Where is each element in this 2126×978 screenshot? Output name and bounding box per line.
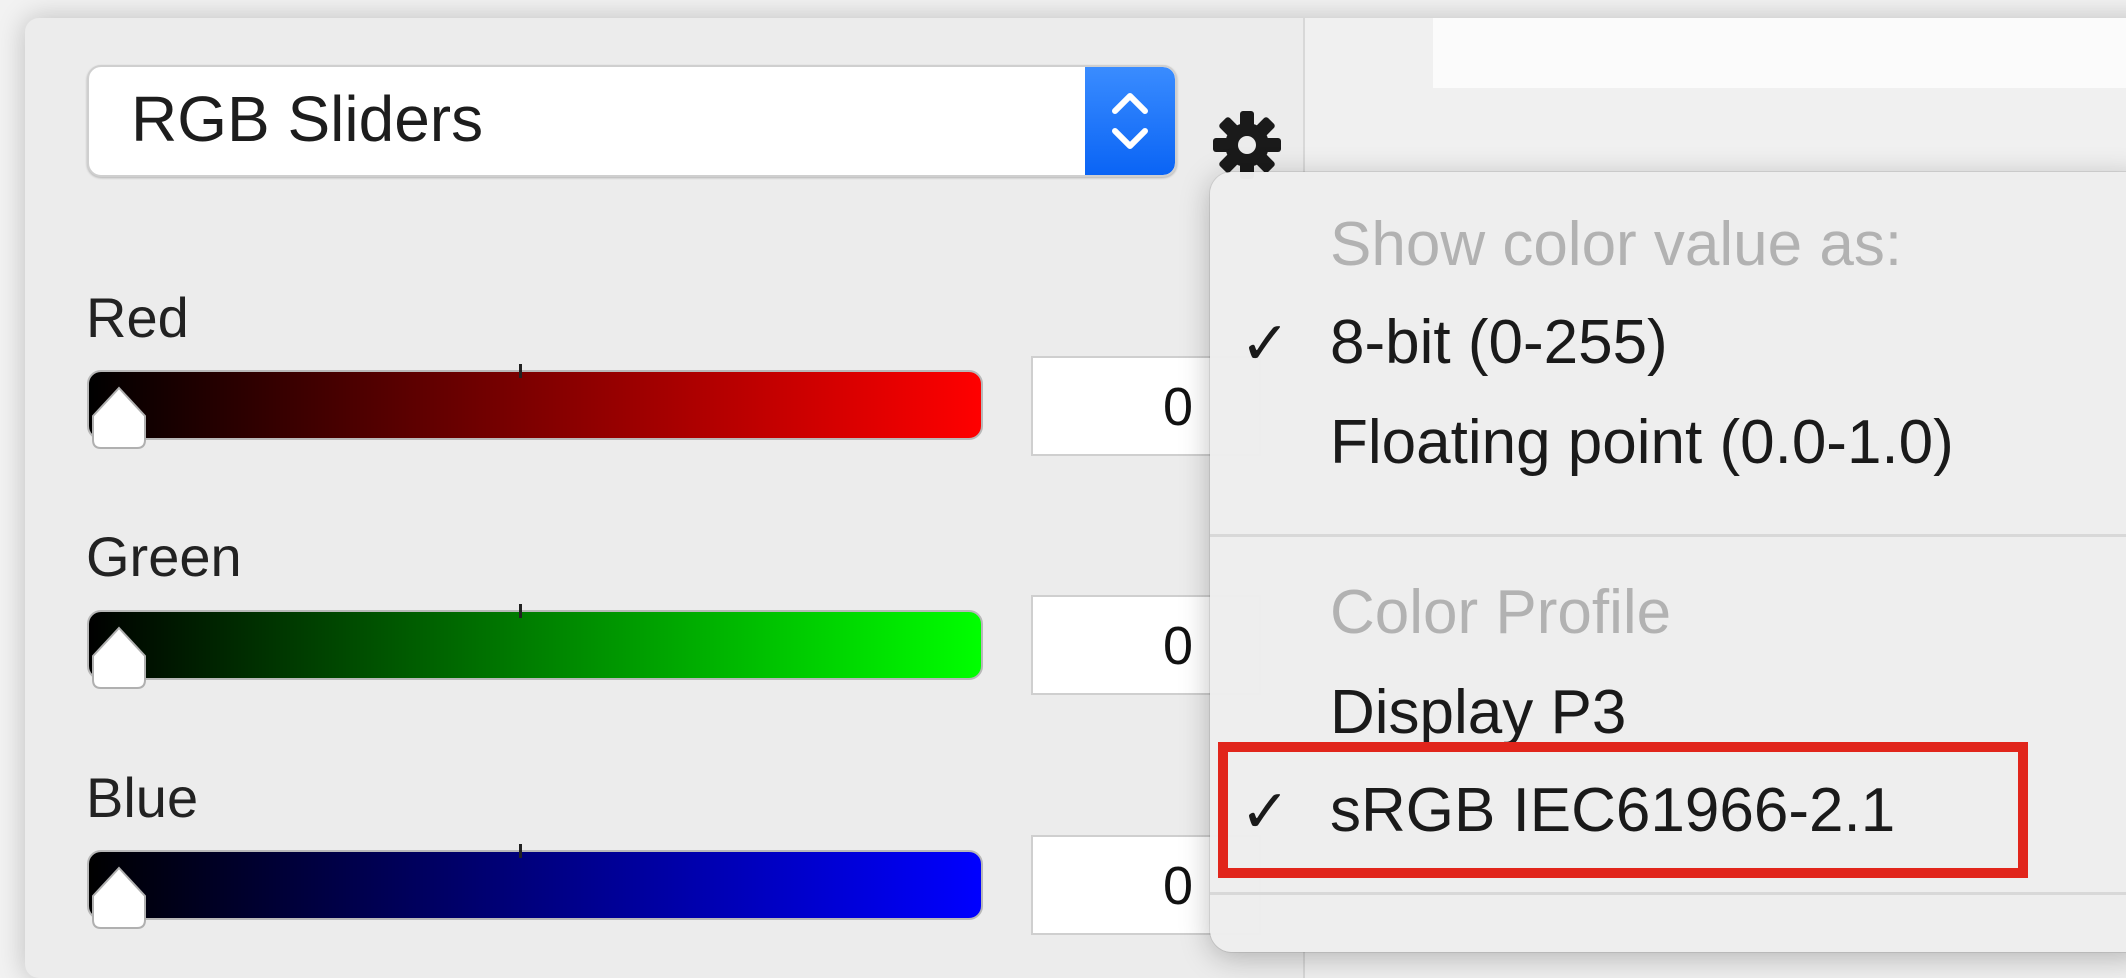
checkmark-icon: ✓ [1240, 310, 1291, 377]
blue-value: 0 [1162, 856, 1193, 916]
menu-header-color-profile: Color Profile [1330, 578, 1672, 647]
green-slider-track[interactable] [87, 604, 983, 689]
blue-label: Blue [86, 766, 199, 829]
green-slider-midpoint-tick [519, 604, 522, 618]
green-slider-thumb[interactable] [89, 626, 149, 690]
red-label: Red [86, 286, 189, 349]
blue-slider-midpoint-tick [519, 844, 522, 858]
red-slider-midpoint-tick [519, 364, 522, 378]
red-value: 0 [1162, 377, 1193, 437]
popup-stepper[interactable] [1085, 67, 1175, 175]
menu-item-display-p3[interactable]: Display P3 [1330, 682, 1626, 744]
red-slider-thumb[interactable] [89, 386, 149, 450]
chevron-up-down-icon [1112, 93, 1148, 149]
menu-separator [1210, 892, 2126, 895]
menu-item-floating-point[interactable]: Floating point (0.0-1.0) [1330, 412, 1954, 474]
red-slider-track[interactable] [87, 364, 983, 449]
right-pane-field [1433, 18, 2126, 88]
color-mode-label: RGB Sliders [131, 83, 484, 155]
menu-header-show-value: Show color value as: [1330, 210, 1903, 279]
menu-item-8bit[interactable]: 8-bit (0-255) [1330, 312, 1668, 374]
blue-slider-track[interactable] [87, 844, 983, 929]
gear-icon[interactable] [1210, 108, 1284, 182]
green-value: 0 [1162, 616, 1193, 676]
menu-separator [1210, 534, 2126, 537]
blue-slider-thumb[interactable] [89, 866, 149, 930]
highlight-box [1218, 742, 2028, 878]
green-label: Green [86, 525, 242, 588]
color-mode-popup[interactable]: RGB Sliders [87, 65, 1177, 177]
